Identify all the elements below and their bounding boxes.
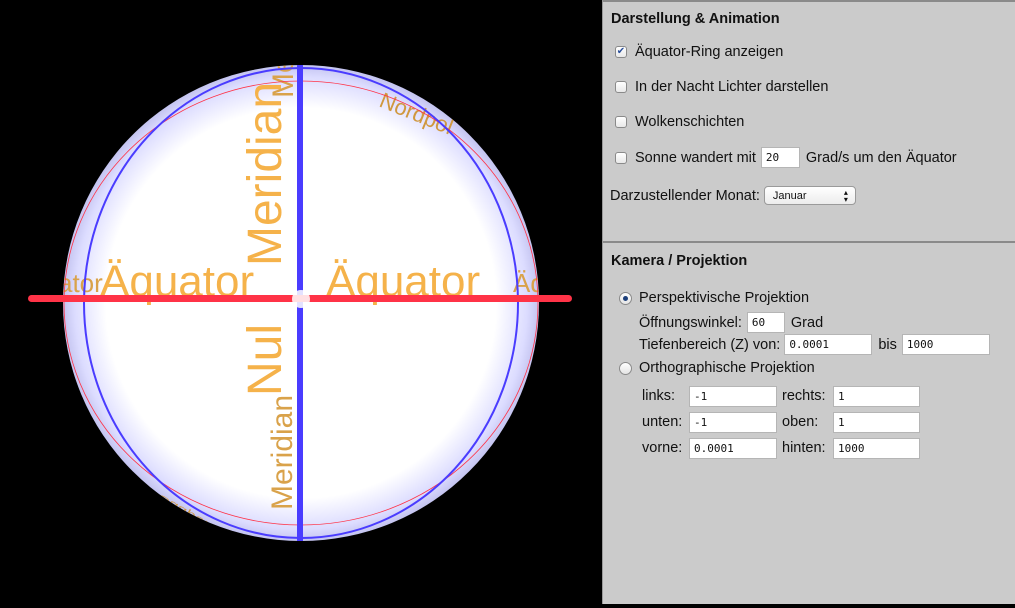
meridian-label: Meridian (267, 0, 300, 98)
settings-panel: Darstellung & Animation ✔ Äquator-Ring a… (602, 0, 1015, 604)
section-title-camera: Kamera / Projektion (611, 253, 748, 269)
checkbox-label: In der Nacht Lichter darstellen (635, 79, 829, 95)
radio-label: Orthographische Projektion (639, 360, 815, 376)
sun-speed-input[interactable]: 20 (760, 147, 800, 168)
depth-label: Tiefenbereich (Z) von: (639, 336, 781, 353)
checkbox-label: Äquator-Ring anzeigen (635, 44, 784, 60)
globe: Äquator Äquator ator Äqu Meridian Nul Me… (28, 0, 572, 541)
meridian-label: Meridian (239, 82, 292, 266)
sun-label: Sonne wandert mit (635, 149, 756, 166)
night-lights-checkbox[interactable]: In der Nacht Lichter darstellen (615, 79, 828, 95)
checkbox-label: Wolkenschichten (635, 114, 745, 130)
fov-unit: Grad (790, 314, 824, 331)
divider (603, 0, 1015, 2)
top-input[interactable]: 1 (833, 412, 920, 433)
checkbox-icon[interactable] (615, 81, 627, 93)
far-input[interactable]: 1000 (833, 438, 920, 459)
depth-from-input[interactable]: 0.0001 (784, 334, 873, 355)
fov-row: Öffnungswinkel: 60 Grad (639, 312, 823, 333)
near-label: vorne: (642, 440, 683, 456)
webgl-canvas[interactable]: Äquator Äquator ator Äqu Meridian Nul Me… (0, 0, 602, 604)
radio-selected-icon[interactable] (619, 291, 632, 305)
meridian-label: Meridian (266, 395, 299, 510)
month-label: Darzustellender Monat: (610, 187, 760, 204)
checkbox-icon[interactable] (615, 116, 627, 128)
right-input[interactable]: 1 (833, 386, 920, 407)
radio-icon[interactable] (619, 361, 632, 375)
meridian-label: Nul (239, 324, 292, 396)
right-label: rechts: (782, 388, 826, 404)
bottom-label: unten: (642, 414, 683, 430)
near-input[interactable]: 0.0001 (689, 438, 777, 459)
left-label: links: (642, 388, 676, 404)
ortho-radio[interactable]: Orthographische Projektion (619, 360, 815, 376)
month-value: Januar (772, 189, 807, 202)
checkbox-checked-icon[interactable]: ✔ (615, 46, 627, 58)
sun-unit-label: Grad/s um den Äquator (805, 149, 957, 166)
equator-ring-checkbox[interactable]: ✔ Äquator-Ring anzeigen (615, 44, 783, 60)
depth-to-label: bis (878, 336, 897, 353)
sun-row: Sonne wandert mit 20 Grad/s um den Äquat… (615, 147, 957, 168)
month-select[interactable]: Januar ▴ ▾ (763, 186, 856, 205)
sun-checkbox[interactable] (615, 151, 627, 164)
fov-input[interactable]: 60 (746, 312, 785, 333)
depth-row: Tiefenbereich (Z) von: 0.0001 bis 1000 (639, 334, 990, 355)
radio-label: Perspektivische Projektion (639, 290, 810, 306)
top-label: oben: (782, 414, 819, 430)
month-row: Darzustellender Monat: Januar ▴ ▾ (610, 186, 856, 205)
divider (603, 241, 1015, 243)
clouds-checkbox[interactable]: Wolkenschichten (615, 114, 744, 130)
select-arrows-icon: ▴ ▾ (843, 187, 848, 204)
perspective-radio[interactable]: Perspektivische Projektion (619, 290, 809, 306)
fov-label: Öffnungswinkel: (639, 314, 742, 331)
depth-to-input[interactable]: 1000 (901, 334, 990, 355)
left-input[interactable]: -1 (689, 386, 777, 407)
section-title-display: Darstellung & Animation (611, 11, 780, 27)
bottom-input[interactable]: -1 (689, 412, 777, 433)
far-label: hinten: (782, 440, 826, 456)
